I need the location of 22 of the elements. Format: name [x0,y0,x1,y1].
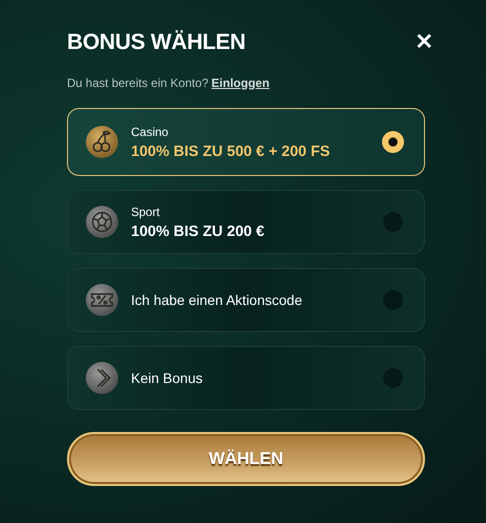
bonus-option[interactable]: Ich habe einen Aktionscode [67,268,425,332]
dialog-title: BONUS WÄHLEN [67,29,246,55]
option-category: Sport [131,204,161,218]
close-button[interactable]: ✕ [411,29,437,55]
login-link[interactable]: Einloggen [211,76,270,90]
chevron-icon [85,361,119,395]
cherries-icon [85,125,119,159]
option-category: Casino [131,124,170,138]
option-label: Ich habe einen Aktionscode [131,292,304,308]
ticket-icon [85,283,119,317]
bonus-offer: 100% BIS ZU 500 € + 200 FS [131,142,331,160]
login-prompt: Du hast bereits ein Konto? [67,76,208,90]
bonus-option[interactable]: Sport 100% BIS ZU 200 € [67,190,425,254]
bonus-option[interactable]: Casino 100% BIS ZU 500 € + 200 FS [67,108,425,176]
bonus-offer: 100% BIS ZU 200 € [131,222,266,240]
radio-button[interactable] [382,131,404,153]
radio-button[interactable] [382,289,404,311]
radio-button[interactable] [382,211,404,233]
bonus-option[interactable]: Kein Bonus [67,346,425,410]
option-label: Kein Bonus [131,370,204,386]
radio-button[interactable] [382,367,404,389]
ball-icon [85,205,119,239]
